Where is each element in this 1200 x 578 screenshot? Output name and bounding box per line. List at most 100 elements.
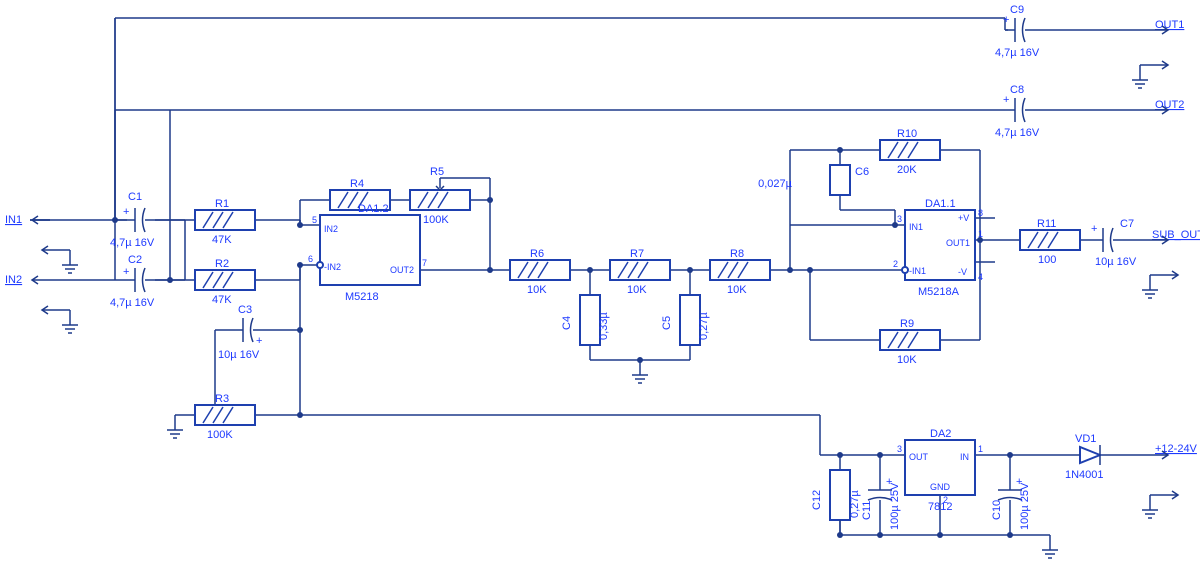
svg-text:OUT2: OUT2 bbox=[390, 265, 414, 275]
svg-text:10µ 16V: 10µ 16V bbox=[1095, 256, 1137, 268]
svg-text:C7: C7 bbox=[1120, 218, 1134, 230]
svg-text:IN: IN bbox=[960, 452, 969, 462]
svg-text:+: + bbox=[1003, 94, 1009, 106]
capacitor-c6: C6 0,027µ bbox=[758, 165, 869, 195]
capacitor-c7: C7 10µ 16V + bbox=[1091, 218, 1137, 268]
svg-text:-IN2: -IN2 bbox=[324, 262, 341, 272]
port-power: +12-24V bbox=[1155, 443, 1198, 455]
svg-text:6: 6 bbox=[308, 254, 313, 264]
svg-text:DA1.1: DA1.1 bbox=[925, 198, 956, 210]
svg-text:4,7µ 16V: 4,7µ 16V bbox=[110, 297, 155, 309]
resistor-r2: R2 47K bbox=[195, 258, 255, 306]
port-sub-out: SUB_OUT bbox=[1152, 229, 1200, 241]
svg-text:R9: R9 bbox=[900, 318, 914, 330]
capacitor-c2: C2 4,7µ 16V + bbox=[110, 254, 155, 309]
svg-text:4,7µ 16V: 4,7µ 16V bbox=[995, 127, 1040, 139]
svg-text:0,27µ: 0,27µ bbox=[698, 312, 710, 340]
svg-text:DA2: DA2 bbox=[930, 428, 951, 440]
svg-text:+: + bbox=[123, 266, 129, 278]
svg-text:7812: 7812 bbox=[928, 501, 952, 513]
svg-text:C6: C6 bbox=[855, 166, 869, 178]
resistor-r6: R6 10K bbox=[510, 248, 570, 296]
svg-text:100: 100 bbox=[1038, 254, 1056, 266]
svg-text:8: 8 bbox=[978, 208, 983, 218]
svg-text:OUT: OUT bbox=[909, 452, 929, 462]
schematic: C1 4,7µ 16V + C2 4,7µ 16V + R1 47K R2 47… bbox=[0, 0, 1200, 578]
svg-text:1: 1 bbox=[978, 229, 983, 239]
svg-text:M5218A: M5218A bbox=[918, 286, 960, 298]
svg-text:5: 5 bbox=[312, 215, 317, 225]
capacitor-c9: C9 4,7µ 16V + bbox=[995, 4, 1040, 59]
diode-vd1: VD1 1N4001 bbox=[1060, 433, 1104, 481]
svg-text:-V: -V bbox=[958, 267, 967, 277]
svg-text:R10: R10 bbox=[897, 128, 917, 140]
svg-text:C8: C8 bbox=[1010, 84, 1024, 96]
svg-text:VD1: VD1 bbox=[1075, 433, 1096, 445]
svg-text:R8: R8 bbox=[730, 248, 744, 260]
svg-text:R3: R3 bbox=[215, 393, 229, 405]
svg-text:0,027µ: 0,027µ bbox=[758, 178, 793, 190]
svg-text:M5218: M5218 bbox=[345, 291, 379, 303]
resistor-r7: R7 10K bbox=[610, 248, 670, 296]
svg-text:4,7µ 16V: 4,7µ 16V bbox=[110, 237, 155, 249]
svg-text:0,27µ: 0,27µ bbox=[849, 490, 861, 518]
svg-text:+: + bbox=[1091, 223, 1097, 235]
svg-text:4,7µ 16V: 4,7µ 16V bbox=[995, 47, 1040, 59]
svg-text:R11: R11 bbox=[1037, 218, 1056, 230]
svg-text:1: 1 bbox=[978, 444, 983, 454]
capacitor-c5: C5 0,27µ bbox=[661, 295, 710, 345]
capacitor-c8: C8 4,7µ 16V + bbox=[995, 84, 1040, 139]
resistor-r3: R3 100K bbox=[195, 393, 255, 441]
svg-text:C11: C11 bbox=[861, 501, 873, 520]
svg-text:10K: 10K bbox=[727, 284, 747, 296]
svg-text:C2: C2 bbox=[128, 254, 142, 266]
capacitor-c11: C11 100µ 25V + bbox=[861, 470, 901, 530]
svg-text:100K: 100K bbox=[423, 214, 449, 226]
port-in2: IN2 bbox=[5, 274, 22, 286]
svg-text:R5: R5 bbox=[430, 166, 444, 178]
svg-text:R4: R4 bbox=[350, 178, 364, 190]
capacitor-c3: C3 10µ 16V + bbox=[218, 304, 262, 361]
svg-text:7: 7 bbox=[422, 258, 427, 268]
svg-text:3: 3 bbox=[897, 444, 902, 454]
svg-text:10K: 10K bbox=[627, 284, 647, 296]
svg-text:100µ 25V: 100µ 25V bbox=[889, 482, 901, 530]
svg-text:47K: 47K bbox=[212, 234, 232, 246]
capacitor-c12: C12 0,27µ bbox=[811, 470, 861, 520]
svg-text:+V: +V bbox=[958, 213, 969, 223]
resistor-r11: R11 100 bbox=[1020, 218, 1080, 266]
svg-text:+: + bbox=[256, 335, 262, 347]
svg-text:OUT1: OUT1 bbox=[946, 238, 970, 248]
svg-text:C12: C12 bbox=[811, 490, 823, 510]
svg-text:1N4001: 1N4001 bbox=[1065, 469, 1104, 481]
svg-text:-IN1: -IN1 bbox=[909, 266, 926, 276]
svg-text:C4: C4 bbox=[561, 316, 573, 330]
svg-text:IN1: IN1 bbox=[909, 222, 923, 232]
svg-text:10K: 10K bbox=[527, 284, 547, 296]
resistor-r1: R1 47K bbox=[195, 198, 255, 246]
port-in1: IN1 bbox=[5, 214, 22, 226]
ic-da2: DA2 7812 OUT 3 IN 1 GND 2 bbox=[897, 428, 983, 513]
svg-text:+: + bbox=[1003, 14, 1009, 26]
svg-text:+: + bbox=[886, 476, 892, 488]
svg-text:10µ 16V: 10µ 16V bbox=[218, 349, 260, 361]
svg-text:4: 4 bbox=[978, 272, 983, 282]
svg-text:R1: R1 bbox=[215, 198, 229, 210]
svg-text:C1: C1 bbox=[128, 191, 142, 203]
svg-text:C9: C9 bbox=[1010, 4, 1024, 16]
svg-text:47K: 47K bbox=[212, 294, 232, 306]
svg-text:C3: C3 bbox=[238, 304, 252, 316]
svg-text:C5: C5 bbox=[661, 316, 673, 330]
svg-text:DA1.2: DA1.2 bbox=[358, 203, 389, 215]
port-out2: OUT2 bbox=[1155, 99, 1184, 111]
port-out1: OUT1 bbox=[1155, 19, 1184, 31]
resistor-r10: R10 20K bbox=[880, 128, 940, 176]
svg-text:100µ 25V: 100µ 25V bbox=[1019, 482, 1031, 530]
capacitor-c10: C10 100µ 25V + bbox=[991, 470, 1031, 530]
svg-text:R7: R7 bbox=[630, 248, 644, 260]
svg-text:+: + bbox=[123, 206, 129, 218]
svg-text:R6: R6 bbox=[530, 248, 544, 260]
svg-text:R2: R2 bbox=[215, 258, 229, 270]
svg-text:GND: GND bbox=[930, 482, 951, 492]
svg-text:C10: C10 bbox=[991, 500, 1003, 520]
